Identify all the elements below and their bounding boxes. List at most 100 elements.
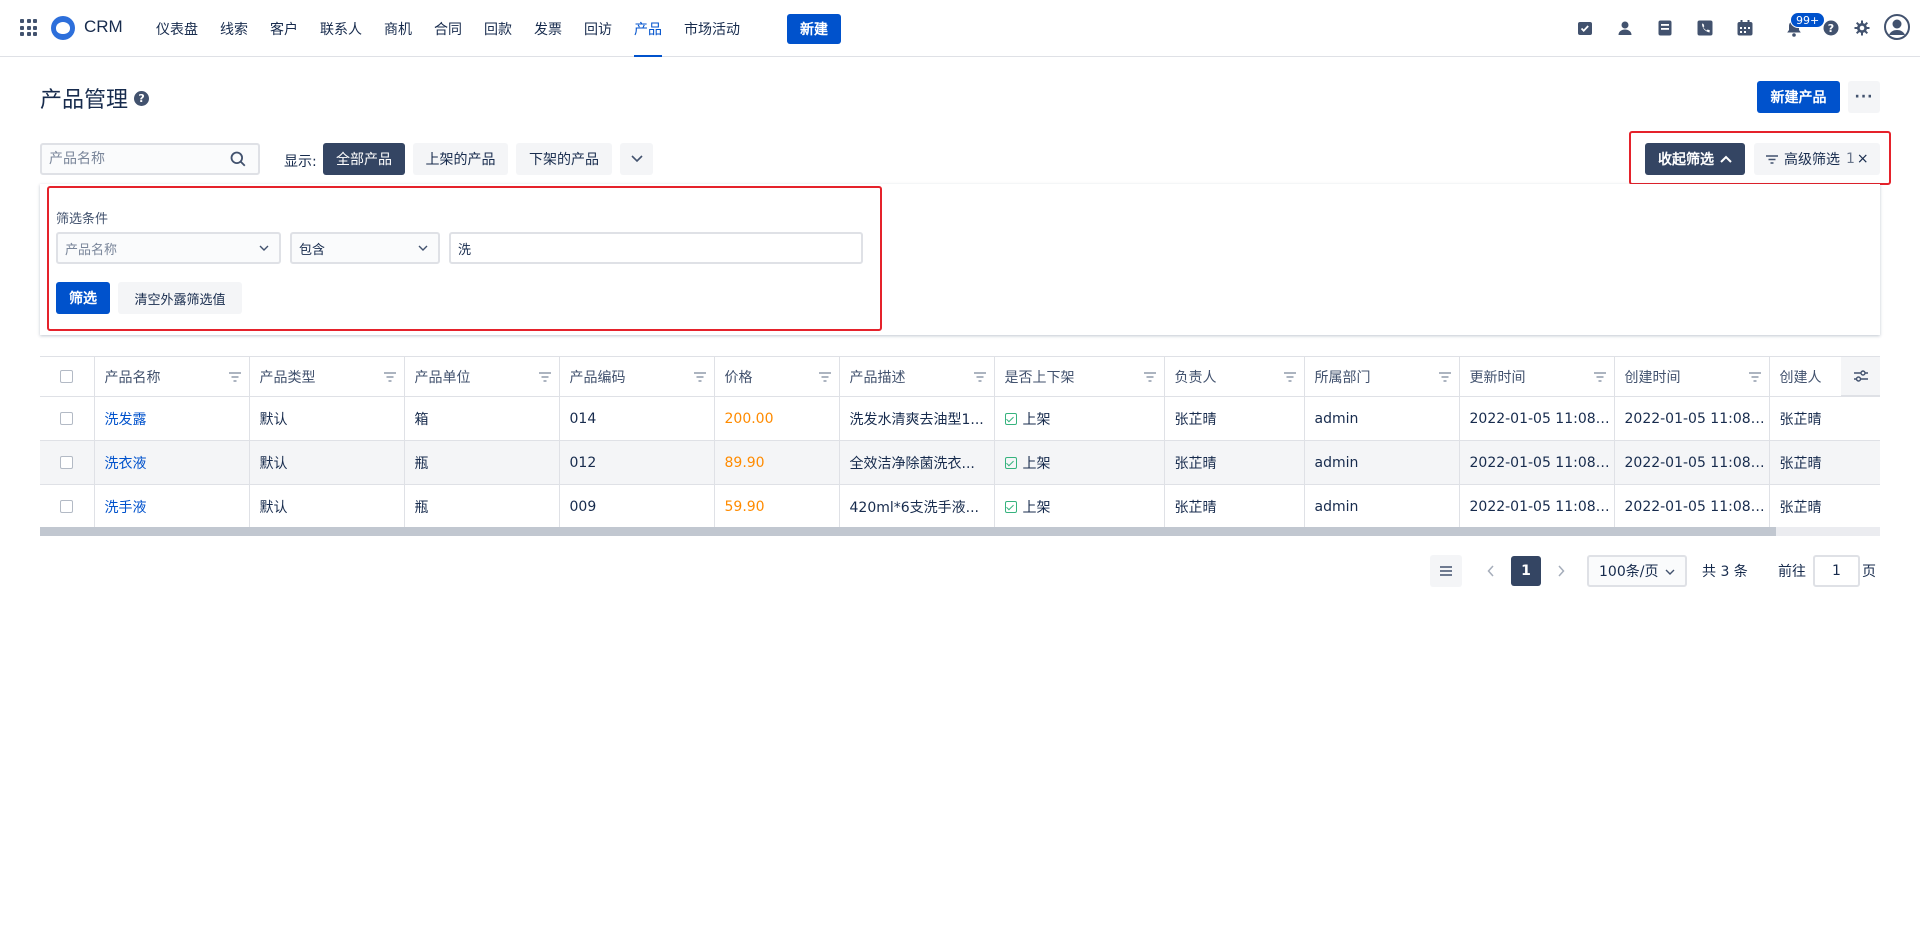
pagination-menu-button[interactable] [1430,555,1462,587]
nav-item-10[interactable]: 市场活动 [673,0,751,57]
product-name-link[interactable]: 洗发露 [105,412,147,428]
column-header[interactable]: 负责人 [1164,356,1305,397]
table-row[interactable]: 洗手液 默认 瓶 009 59.90 420ml*6支洗手液... 上架 张芷晴 admin 20… [40,484,1880,529]
cell-text: 张芷晴 [1174,411,1217,428]
task-icon[interactable] [1575,18,1595,38]
table-cell: 89.90 [714,440,840,485]
table-cell: 2022-01-05 11:08:33 [1614,396,1770,441]
nav-item-8[interactable]: 回访 [573,0,623,57]
column-header-label: 创建人 [1779,369,1822,386]
nav-item-1[interactable]: 线索 [209,0,259,57]
segment-more-dropdown[interactable] [620,143,653,175]
column-header[interactable]: 产品类型 [249,356,405,397]
filter-operator-select[interactable]: 包含 [290,232,440,264]
nav-item-6[interactable]: 回款 [473,0,523,57]
product-name-link[interactable]: 洗手液 [105,500,147,516]
column-settings-button[interactable] [1841,356,1880,396]
cell-text: 009 [569,498,597,515]
column-filter-icon[interactable] [1143,372,1156,382]
advanced-filter-clear-icon[interactable]: × [1857,151,1869,167]
product-search-input[interactable] [42,145,222,173]
table-cell: 张芷晴 [1164,396,1305,441]
row-checkbox[interactable] [60,456,73,469]
scrollbar-thumb[interactable] [40,527,1776,536]
nav-item-0[interactable]: 仪表盘 [145,0,209,57]
on-sale-icon [1004,456,1017,469]
table-cell: 瓶 [404,484,560,529]
table-cell: 箱 [404,396,560,441]
row-checkbox-cell [40,396,95,441]
help-icon[interactable]: ? [1821,18,1841,38]
more-options-button[interactable]: ··· [1848,81,1880,113]
global-new-button[interactable]: 新建 [787,14,841,44]
column-filter-icon[interactable] [538,372,551,382]
column-filter-icon[interactable] [1748,372,1761,382]
nav-item-2[interactable]: 客户 [259,0,309,57]
phone-icon[interactable] [1695,18,1715,38]
prev-page-button[interactable] [1483,563,1499,579]
document-icon[interactable] [1655,18,1675,38]
column-filter-icon[interactable] [228,372,241,382]
page-number-current[interactable]: 1 [1511,556,1541,586]
new-product-button[interactable]: 新建产品 [1757,81,1840,113]
cell-text: 张芷晴 [1174,499,1217,516]
column-filter-icon[interactable] [818,372,831,382]
next-page-button[interactable] [1553,563,1569,579]
advanced-filter-button[interactable]: 高级筛选 1 × [1754,143,1880,175]
column-header[interactable]: 所属部门 [1304,356,1460,397]
column-header[interactable]: 价格 [714,356,840,397]
column-filter-icon[interactable] [1593,372,1606,382]
page-help-icon[interactable]: ? [134,90,150,106]
nav-item-7[interactable]: 发票 [523,0,573,57]
segment-all-products[interactable]: 全部产品 [323,143,405,175]
column-header[interactable]: 产品描述 [839,356,995,397]
goto-page-input[interactable] [1813,555,1860,587]
column-header-label: 价格 [724,369,753,386]
apply-filter-button[interactable]: 筛选 [56,282,110,314]
collapse-filter-button[interactable]: 收起筛选 [1645,143,1745,175]
user-avatar-icon[interactable] [1884,14,1910,40]
product-name-link[interactable]: 洗衣液 [105,456,147,472]
search-icon[interactable] [230,151,246,167]
nav-item-3[interactable]: 联系人 [309,0,373,57]
column-filter-icon[interactable] [1283,372,1296,382]
horizontal-scrollbar[interactable] [40,527,1880,536]
filter-field-value: 产品名称 [65,242,118,258]
segment-on-sale-products[interactable]: 上架的产品 [413,143,508,175]
table-cell: 上架 [994,484,1165,529]
contact-icon[interactable] [1615,18,1635,38]
column-filter-icon[interactable] [1438,372,1451,382]
column-header-label: 所属部门 [1314,369,1371,386]
table-row[interactable]: 洗发露 默认 箱 014 200.00 洗发水清爽去油型1... 上架 张芷晴 admin 202… [40,396,1880,441]
settings-gear-icon[interactable] [1852,18,1872,38]
filter-value-input[interactable] [449,232,863,264]
cell-text: 张芷晴 [1779,455,1822,472]
column-filter-icon[interactable] [973,372,986,382]
cell-text: 默认 [259,455,288,472]
app-grid-icon[interactable] [20,19,37,36]
column-header[interactable]: 产品编码 [559,356,715,397]
calendar-icon[interactable] [1735,18,1755,38]
product-price: 59.90 [724,498,765,515]
filter-field-select[interactable]: 产品名称 [56,232,281,264]
column-filter-icon[interactable] [693,372,706,382]
column-header[interactable]: 创建时间 [1614,356,1770,397]
row-checkbox[interactable] [60,500,73,513]
column-header[interactable]: 产品单位 [404,356,560,397]
clear-filter-values-button[interactable]: 清空外露筛选值 [118,282,242,314]
nav-item-4[interactable]: 商机 [373,0,423,57]
column-header[interactable]: 是否上下架 [994,356,1165,397]
segment-off-sale-products[interactable]: 下架的产品 [516,143,612,175]
page-size-select[interactable]: 100条/页 [1587,555,1687,587]
nav-item-5[interactable]: 合同 [423,0,473,57]
table-row[interactable]: 洗衣液 默认 瓶 012 89.90 全效洁净除菌洗衣... 上架 张芷晴 admin 2022-… [40,440,1880,485]
table-cell: 默认 [249,396,405,441]
product-price: 89.90 [724,454,765,471]
column-header[interactable]: 产品名称 [94,356,250,397]
select-all-checkbox[interactable] [60,370,73,383]
column-header[interactable]: 更新时间 [1459,356,1615,397]
nav-item-9[interactable]: 产品 [623,0,673,57]
row-checkbox[interactable] [60,412,73,425]
column-filter-icon[interactable] [383,372,396,382]
table-cell: 默认 [249,440,405,485]
